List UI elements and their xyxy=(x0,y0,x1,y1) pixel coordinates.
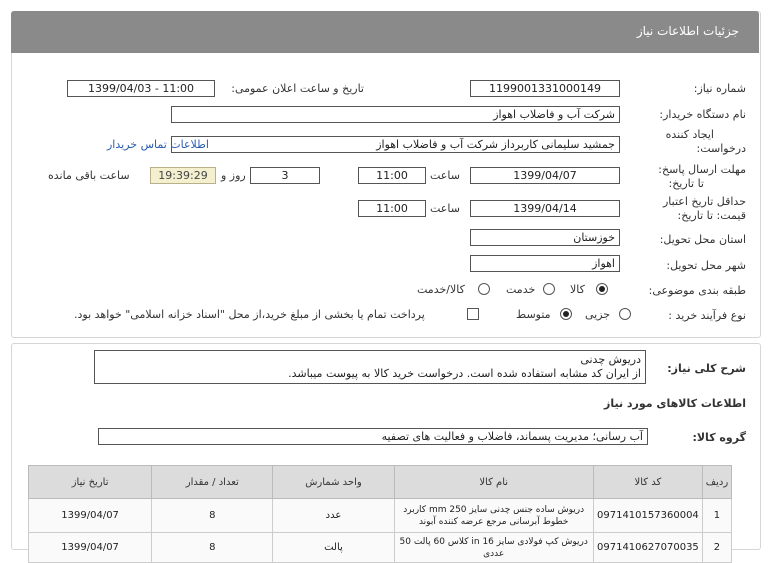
requester-label-1: ایجاد کننده xyxy=(665,128,714,141)
province-label: استان محل تحویل: xyxy=(659,233,746,246)
need-number-label: شماره نیاز: xyxy=(693,82,746,95)
goods-table: ردیف کد کالا نام کالا واحد شمارش تعداد /… xyxy=(27,465,733,563)
category-option-service: خدمت xyxy=(506,283,536,296)
requester-label-2: درخواست: xyxy=(696,142,746,155)
category-option-goods-service: کالا/خدمت xyxy=(417,283,465,296)
validity-label-2: قیمت: تا تاریخ: xyxy=(677,209,746,222)
province-field[interactable]: خوزستان xyxy=(470,229,620,246)
requester-field[interactable]: جمشید سلیمانی کاربرداز شرکت آب و فاضلاب … xyxy=(171,136,620,153)
col-unit: واحد شمارش xyxy=(272,465,395,499)
validity-time-label: ساعت xyxy=(430,202,460,215)
validity-date-field[interactable]: 1399/04/14 xyxy=(470,200,620,217)
process-radio-minor[interactable] xyxy=(619,308,631,320)
table-row[interactable]: 2 0971410627070035 دریوش کپ فولادی سایز … xyxy=(27,532,733,563)
process-option-medium: متوسط xyxy=(516,308,551,321)
row-date: 1399/04/07 xyxy=(27,532,153,563)
category-label: طبقه بندی موضوعی: xyxy=(648,284,746,297)
row-name: دریوش ساده جنس چدنی سایز 250 mm کاربرد خ… xyxy=(393,498,594,533)
goods-table-header: ردیف کد کالا نام کالا واحد شمارش تعداد /… xyxy=(27,465,733,499)
category-radio-service[interactable] xyxy=(543,283,555,295)
category-option-goods: کالا xyxy=(570,283,585,296)
col-index: ردیف xyxy=(701,465,733,499)
reply-deadline-label-1: مهلت ارسال پاسخ: xyxy=(658,163,746,176)
row-index: 1 xyxy=(701,498,733,533)
treasury-checkbox[interactable] xyxy=(467,308,479,320)
reply-date-field[interactable]: 1399/04/07 xyxy=(470,167,620,184)
row-unit: پالت xyxy=(272,532,395,563)
row-unit: عدد xyxy=(272,498,395,533)
buyer-org-field[interactable]: شرکت آب و فاضلاب اهواز xyxy=(171,106,620,123)
goods-group-field[interactable]: آب رسانی؛ مدیریت پسماند، فاضلاب و فعالیت… xyxy=(98,428,648,445)
process-option-minor: جزیی xyxy=(585,308,611,321)
reply-time-label: ساعت xyxy=(430,169,460,182)
countdown-timer: 19:39:29 xyxy=(150,167,216,184)
announce-label: تاریخ و ساعت اعلان عمومی: xyxy=(231,82,364,95)
city-field[interactable]: اهواز xyxy=(470,255,620,272)
col-qty: تعداد / مقدار xyxy=(151,465,274,499)
row-index: 2 xyxy=(701,532,733,563)
row-qty: 8 xyxy=(151,532,274,563)
category-radio-goods[interactable] xyxy=(596,283,608,295)
col-date: تاریخ نیاز xyxy=(27,465,153,499)
summary-label: شرح کلی نیاز: xyxy=(667,362,746,375)
days-label: روز و xyxy=(221,169,246,182)
goods-section-title: اطلاعات کالاهای مورد نیاز xyxy=(604,397,746,410)
reply-time-field[interactable]: 11:00 xyxy=(358,167,426,184)
city-label: شهر محل تحویل: xyxy=(666,259,746,272)
summary-line-2: از ایران کد مشابه استفاده شده است. درخوا… xyxy=(288,367,641,380)
announce-field[interactable]: 1399/04/03 - 11:00 xyxy=(67,80,215,97)
days-field[interactable]: 3 xyxy=(250,167,320,184)
validity-time-field[interactable]: 11:00 xyxy=(358,200,426,217)
col-code: کد کالا xyxy=(592,465,703,499)
buyer-org-label: نام دستگاه خریدار: xyxy=(659,108,746,121)
process-label: نوع فرآیند خرید : xyxy=(668,309,746,322)
contact-buyer-link[interactable]: اطلاعات تماس خریدار xyxy=(107,138,209,151)
row-name: دریوش کپ فولادی سایز 16 in کلاس 60 پالت … xyxy=(393,532,594,563)
page-title: جزئیات اطلاعات نیاز xyxy=(636,24,739,38)
payment-note: پرداخت تمام یا بخشی از مبلغ خرید،از محل … xyxy=(74,308,425,321)
validity-label-1: حداقل تاریخ اعتبار xyxy=(662,195,746,208)
category-radio-goods-service[interactable] xyxy=(478,283,490,295)
summary-box: دریوش چدنی از ایران کد مشابه استفاده شده… xyxy=(94,350,646,384)
remaining-label: ساعت باقی مانده xyxy=(48,169,130,182)
col-name: نام کالا xyxy=(393,465,594,499)
row-date: 1399/04/07 xyxy=(27,498,153,533)
row-code: 0971410627070035 xyxy=(592,532,703,563)
goods-group-label: گروه کالا: xyxy=(692,431,746,444)
row-qty: 8 xyxy=(151,498,274,533)
table-row[interactable]: 1 097141015736000​4 دریوش ساده جنس چدنی … xyxy=(27,498,733,533)
reply-deadline-label-2: تا تاریخ: xyxy=(668,177,704,190)
page-header: جزئیات اطلاعات نیاز xyxy=(11,11,759,53)
process-radio-medium[interactable] xyxy=(560,308,572,320)
need-number-field[interactable]: 1199001331000149 xyxy=(470,80,620,97)
summary-line-1: دریوش چدنی xyxy=(580,353,641,366)
row-code: 097141015736000​4 xyxy=(592,498,703,533)
